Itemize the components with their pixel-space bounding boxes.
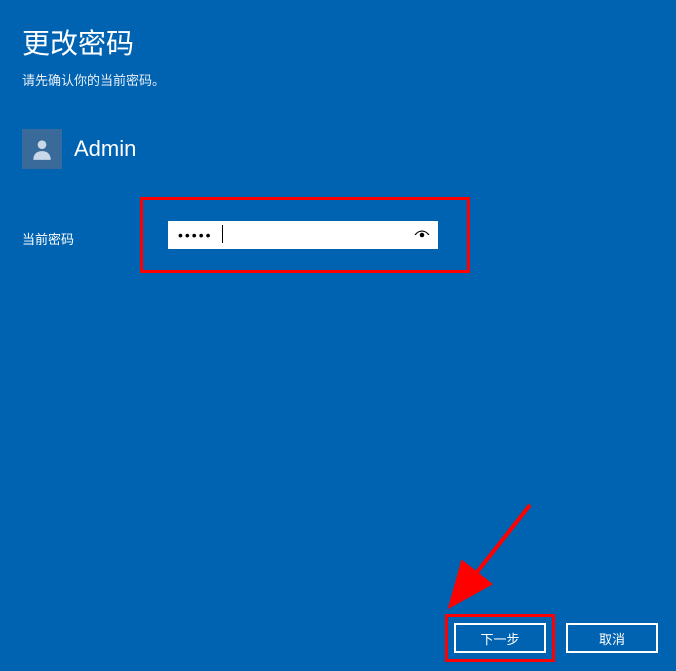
next-button[interactable]: 下一步 <box>454 623 546 653</box>
page-title: 更改密码 <box>0 0 676 70</box>
highlight-annotation-next: 下一步 <box>445 614 555 662</box>
text-cursor <box>222 225 223 243</box>
page-subtitle: 请先确认你的当前密码。 <box>0 70 676 89</box>
arrow-annotation <box>425 495 545 625</box>
username: Admin <box>74 136 136 162</box>
password-input-wrapper[interactable] <box>168 221 438 249</box>
avatar <box>22 129 62 169</box>
reveal-password-icon[interactable] <box>406 221 438 249</box>
action-buttons: 下一步 取消 <box>445 623 658 653</box>
current-password-input[interactable] <box>168 221 406 249</box>
current-password-label: 当前密码 <box>22 229 74 248</box>
cancel-button[interactable]: 取消 <box>566 623 658 653</box>
user-info: Admin <box>22 129 676 169</box>
user-icon <box>29 136 55 162</box>
